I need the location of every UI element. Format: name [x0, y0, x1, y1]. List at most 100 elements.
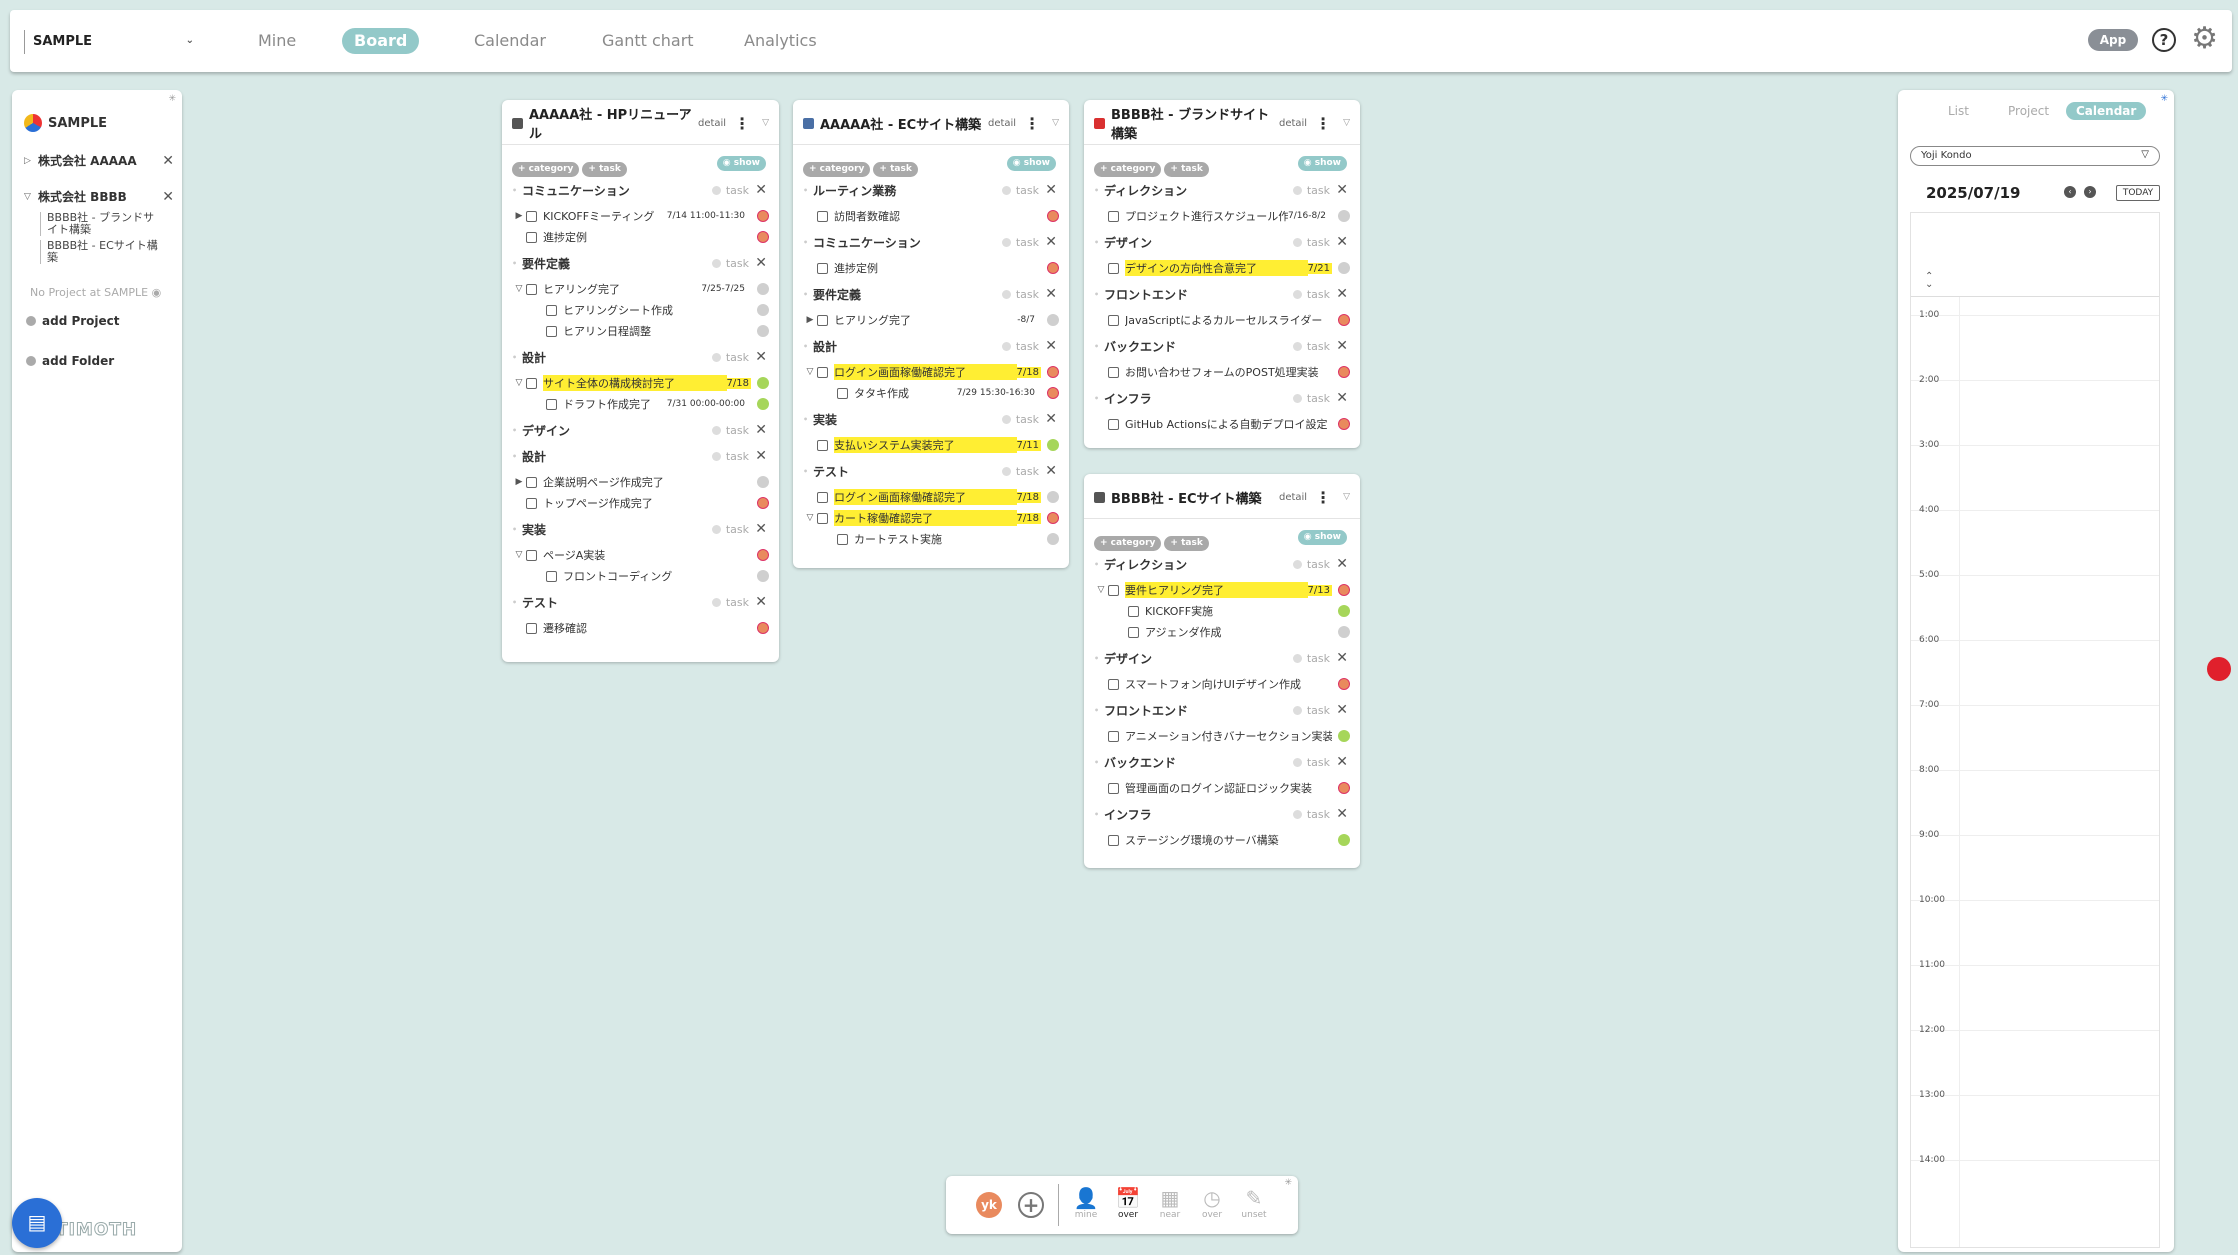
assignee-avatar[interactable]: [1338, 314, 1350, 326]
all-day-area[interactable]: ⌃ ⌄: [1911, 213, 2159, 297]
task-checkbox[interactable]: [1128, 605, 1139, 617]
task-row[interactable]: ▽ ページA実装: [512, 545, 769, 565]
expand-icon[interactable]: ▶: [512, 211, 526, 221]
avatar[interactable]: yk: [976, 1192, 1002, 1218]
task-row[interactable]: KICKOFF実施: [1094, 601, 1350, 621]
assignee-avatar[interactable]: [1338, 730, 1350, 742]
category-row[interactable]: • 設計 task ✕: [512, 446, 769, 466]
category-row[interactable]: • 設計 task ✕: [512, 347, 769, 367]
filter-unset[interactable]: ✎ unset: [1236, 1186, 1272, 1220]
task-name[interactable]: ステージング環境のサーバ構築: [1125, 832, 1332, 848]
hour-slot[interactable]: 5:00: [1911, 570, 2159, 580]
assignee-avatar[interactable]: [1338, 678, 1350, 690]
task-checkbox[interactable]: [817, 491, 828, 503]
add-project-button[interactable]: add Project: [26, 314, 120, 328]
assignee-avatar[interactable]: [1338, 584, 1350, 596]
task-name[interactable]: ヒアリン日程調整: [563, 323, 751, 339]
drag-handle-icon[interactable]: •: [803, 467, 809, 476]
category-row[interactable]: • インフラ task ✕: [1094, 804, 1350, 824]
no-project-label[interactable]: No Project at SAMPLE ◉: [30, 286, 161, 299]
close-icon[interactable]: ✕: [1336, 650, 1348, 666]
task-name[interactable]: デザインの方向性合意完了: [1125, 260, 1308, 276]
collapse-icon[interactable]: ⌃ ⌄: [1925, 272, 1933, 290]
task-checkbox[interactable]: [546, 398, 557, 410]
task-row[interactable]: カートテスト実施: [803, 529, 1059, 549]
hour-slot[interactable]: 14:00: [1911, 1155, 2159, 1165]
category-row[interactable]: • 要件定義 task ✕: [803, 284, 1059, 304]
close-icon[interactable]: ✕: [1045, 411, 1057, 427]
assignee-avatar[interactable]: [757, 398, 769, 410]
add-category-button[interactable]: + category: [512, 162, 580, 177]
assignee-avatar[interactable]: [1047, 366, 1059, 378]
hour-slot[interactable]: 13:00: [1911, 1090, 2159, 1100]
category-row[interactable]: • フロントエンド task ✕: [1094, 284, 1350, 304]
category-row[interactable]: • デザイン task ✕: [1094, 232, 1350, 252]
task-checkbox[interactable]: [817, 439, 828, 451]
task-checkbox[interactable]: [1108, 366, 1119, 378]
nav-board[interactable]: Board: [342, 28, 420, 54]
pin-icon[interactable]: ✳: [168, 94, 176, 104]
card-title[interactable]: BBBB社 - ECサイト構築: [1111, 488, 1279, 507]
task-row[interactable]: ▽ ログイン画面稼働確認完了 7/18: [803, 362, 1059, 382]
calendar-grid[interactable]: ⌃ ⌄ 1:00 2:00 3:00 4:00 5:00 6:00 7:00 8:00 9:00 1…: [1910, 212, 2160, 1248]
close-icon[interactable]: ✕: [1045, 234, 1057, 250]
assignee-avatar[interactable]: [757, 570, 769, 582]
expand-icon[interactable]: ▽: [512, 284, 526, 294]
add-task-link[interactable]: task: [712, 450, 749, 463]
drag-handle-icon[interactable]: •: [512, 186, 518, 195]
task-checkbox[interactable]: [526, 622, 537, 634]
task-checkbox[interactable]: [817, 262, 828, 274]
assignee-avatar[interactable]: [757, 231, 769, 243]
add-task-button[interactable]: + task: [1164, 162, 1209, 177]
show-toggle[interactable]: ◉ show: [1297, 156, 1347, 171]
card-title[interactable]: AAAAA社 - ECサイト構築: [820, 114, 988, 133]
filter-mine[interactable]: 👤 mine: [1068, 1186, 1104, 1220]
task-name[interactable]: スマートフォン向けUIデザイン作成: [1125, 676, 1332, 692]
next-day-icon[interactable]: ›: [2084, 186, 2096, 198]
task-checkbox[interactable]: [1108, 262, 1119, 274]
chevron-down-icon[interactable]: ▽: [1343, 492, 1350, 502]
add-task-link[interactable]: task: [1293, 392, 1330, 405]
expand-icon[interactable]: ▽: [512, 550, 526, 560]
sidebar-project-brand[interactable]: BBBB社 - ブランドサイト構築: [40, 212, 160, 236]
add-task-link[interactable]: task: [712, 523, 749, 536]
close-icon[interactable]: ✕: [1336, 390, 1348, 406]
add-category-button[interactable]: + category: [1094, 536, 1162, 551]
add-task-button[interactable]: + task: [582, 162, 627, 177]
add-task-link[interactable]: task: [1293, 184, 1330, 197]
add-task-link[interactable]: task: [1002, 465, 1039, 478]
assignee-avatar[interactable]: [1338, 418, 1350, 430]
assignee-avatar[interactable]: [1047, 439, 1059, 451]
close-icon[interactable]: ✕: [1336, 182, 1348, 198]
chat-button[interactable]: ▤: [12, 1198, 62, 1248]
task-name[interactable]: 遷移確認: [543, 620, 751, 636]
close-icon[interactable]: ✕: [1045, 286, 1057, 302]
assignee-avatar[interactable]: [1047, 314, 1059, 326]
sidebar-project-ec[interactable]: BBBB社 - ECサイト構築: [40, 240, 160, 264]
close-icon[interactable]: ✕: [162, 189, 174, 205]
task-row[interactable]: ヒアリン日程調整: [512, 321, 769, 341]
today-button[interactable]: TODAY: [2116, 185, 2160, 201]
task-row[interactable]: ドラフト作成完了 7/31 00:00-00:00: [512, 394, 769, 414]
task-name[interactable]: 訪問者数確認: [834, 208, 1041, 224]
drag-handle-icon[interactable]: •: [1094, 758, 1100, 767]
close-icon[interactable]: ✕: [1336, 754, 1348, 770]
task-name[interactable]: カート稼働確認完了: [834, 510, 1017, 526]
detail-link[interactable]: detail: [1279, 118, 1307, 129]
close-icon[interactable]: ✕: [1336, 806, 1348, 822]
category-row[interactable]: • フロントエンド task ✕: [1094, 700, 1350, 720]
task-name[interactable]: ドラフト作成完了: [563, 396, 667, 412]
hour-slot[interactable]: 10:00: [1911, 895, 2159, 905]
category-row[interactable]: • テスト task ✕: [512, 592, 769, 612]
task-checkbox[interactable]: [1128, 626, 1139, 638]
task-name[interactable]: KICKOFF実施: [1145, 603, 1332, 619]
add-folder-button[interactable]: add Folder: [26, 354, 114, 368]
hour-slot[interactable]: 3:00: [1911, 440, 2159, 450]
assignee-avatar[interactable]: [1338, 782, 1350, 794]
drag-handle-icon[interactable]: •: [1094, 810, 1100, 819]
task-checkbox[interactable]: [837, 387, 848, 399]
more-menu-icon[interactable]: ⋮: [1315, 114, 1331, 133]
task-row[interactable]: トップページ作成完了: [512, 493, 769, 513]
nav-analytics[interactable]: Analytics: [732, 28, 829, 54]
drag-handle-icon[interactable]: •: [512, 259, 518, 268]
